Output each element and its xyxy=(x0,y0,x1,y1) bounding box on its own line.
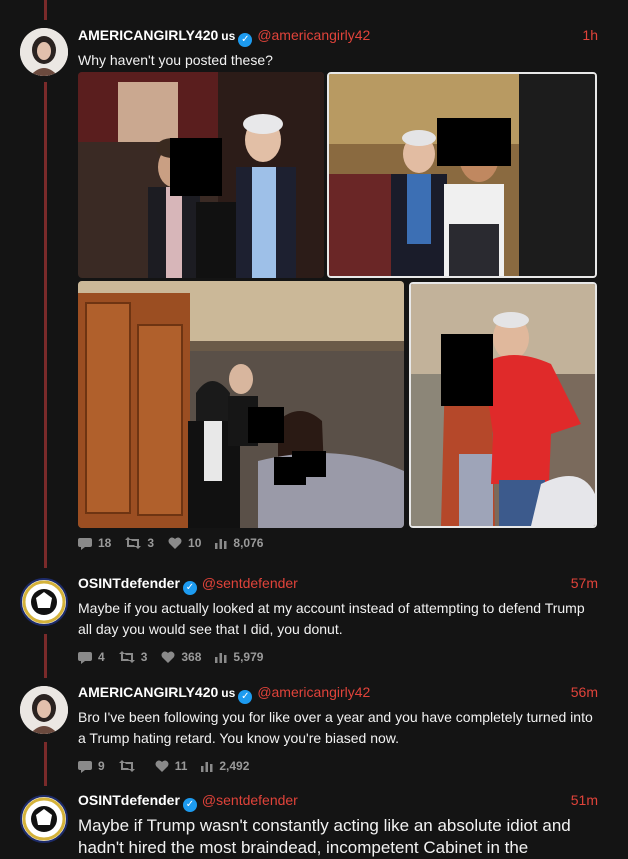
engagement-bar: 18 3 10 8,076 xyxy=(78,536,598,550)
retweet-button[interactable] xyxy=(118,760,141,772)
timestamp[interactable]: 1h xyxy=(582,27,598,43)
verified-icon: ✓ xyxy=(182,581,197,595)
views-icon xyxy=(201,762,213,772)
views-button[interactable]: 8,076 xyxy=(215,536,263,550)
country-code: us xyxy=(221,29,236,43)
avatar[interactable] xyxy=(20,28,68,76)
handle[interactable]: @sentdefender xyxy=(202,575,298,591)
photo-3[interactable] xyxy=(78,281,404,528)
reply-count: 9 xyxy=(98,759,105,773)
views-button[interactable]: 2,492 xyxy=(201,759,249,773)
like-button[interactable]: 10 xyxy=(168,536,201,550)
engagement-bar: 4 3 368 5,979 xyxy=(78,650,598,664)
reply-icon xyxy=(78,537,92,550)
avatar[interactable] xyxy=(20,686,68,734)
like-count: 11 xyxy=(174,759,188,773)
photo-4[interactable] xyxy=(409,282,597,528)
thread-line xyxy=(44,0,47,20)
thread-line xyxy=(44,634,47,678)
tweet-text: Why haven't you posted these? xyxy=(78,52,273,68)
tweet-1-stats-wrap: 18 3 10 8,076 xyxy=(78,526,598,550)
display-name[interactable]: AMERICANGIRLY420 xyxy=(78,27,218,43)
display-name[interactable]: OSINTdefender xyxy=(78,575,180,591)
thread-line xyxy=(44,82,47,568)
reply-button[interactable]: 9 xyxy=(78,759,105,773)
redaction-box xyxy=(292,451,326,477)
handle[interactable]: @americangirly42 xyxy=(257,684,370,700)
redaction-box xyxy=(437,118,511,166)
view-count: 2,492 xyxy=(219,759,250,773)
retweet-button[interactable]: 3 xyxy=(118,650,148,664)
engagement-bar: 9 11 2,492 xyxy=(78,759,598,773)
retweet-icon xyxy=(125,537,142,549)
handle[interactable]: @americangirly42 xyxy=(257,27,370,43)
avatar[interactable] xyxy=(20,578,68,626)
timestamp[interactable]: 57m xyxy=(571,575,598,591)
tweet[interactable]: AMERICANGIRLY420 us ✓ @americangirly42 56m … xyxy=(78,684,598,773)
reply-count: 4 xyxy=(98,650,105,664)
tweet[interactable]: AMERICANGIRLY420 us ✓ @americangirly42 1h W… xyxy=(78,27,598,71)
display-name[interactable]: OSINTdefender xyxy=(78,792,180,808)
heart-icon xyxy=(161,651,175,663)
view-count: 5,979 xyxy=(233,650,264,664)
redaction-box xyxy=(170,138,222,196)
heart-icon xyxy=(155,760,169,772)
tweet[interactable]: OSINTdefender ✓ @sentdefender 57m Maybe if… xyxy=(78,575,598,664)
views-button[interactable]: 5,979 xyxy=(215,650,263,664)
retweet-button[interactable]: 3 xyxy=(125,536,154,550)
view-count: 8,076 xyxy=(233,536,264,550)
retweet-count: 3 xyxy=(147,536,155,550)
reply-button[interactable]: 18 xyxy=(78,536,111,550)
display-name[interactable]: AMERICANGIRLY420 xyxy=(78,684,218,700)
photo-1[interactable] xyxy=(78,72,324,278)
views-icon xyxy=(215,653,227,663)
like-count: 368 xyxy=(181,650,202,664)
tweet-text: Maybe if Trump wasn't constantly acting … xyxy=(78,816,571,857)
reply-button[interactable]: 4 xyxy=(78,650,105,664)
redaction-box xyxy=(248,407,284,443)
timestamp[interactable]: 51m xyxy=(571,792,598,808)
redaction-box xyxy=(441,334,493,406)
retweet-icon xyxy=(118,651,135,663)
verified-icon: ✓ xyxy=(182,798,197,812)
reply-count: 18 xyxy=(98,536,112,550)
retweet-icon xyxy=(118,760,135,772)
reply-icon xyxy=(78,760,92,773)
like-button[interactable]: 368 xyxy=(161,650,201,664)
timestamp[interactable]: 56m xyxy=(571,684,598,700)
tweet-text: Bro I've been following you for like ove… xyxy=(78,709,593,746)
reply-icon xyxy=(78,651,92,664)
verified-icon: ✓ xyxy=(238,690,253,704)
tweet-text: Maybe if you actually looked at my accou… xyxy=(78,600,585,637)
photo-2[interactable] xyxy=(327,72,597,278)
avatar[interactable] xyxy=(20,795,68,843)
heart-icon xyxy=(168,537,182,549)
country-code: us xyxy=(221,686,236,700)
retweet-count: 3 xyxy=(140,650,148,664)
like-count: 10 xyxy=(188,536,202,550)
views-icon xyxy=(215,539,227,549)
like-button[interactable]: 11 xyxy=(155,759,188,773)
verified-icon: ✓ xyxy=(238,33,253,47)
handle[interactable]: @sentdefender xyxy=(202,792,298,808)
thread-line xyxy=(44,742,47,786)
